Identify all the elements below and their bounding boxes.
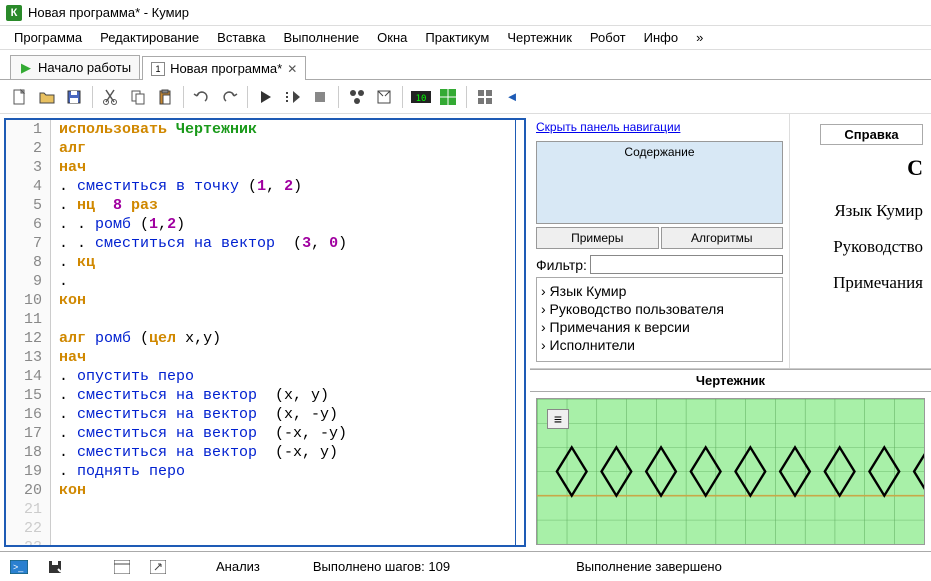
copy-button[interactable] [126, 85, 150, 109]
separator [402, 86, 403, 108]
help-link[interactable]: Язык Кумир [820, 201, 923, 221]
separator [183, 86, 184, 108]
canvas-menu-button[interactable]: ≡ [547, 409, 569, 429]
window-title: Новая программа* - Кумир [28, 5, 189, 20]
tab-label: Новая программа* [170, 61, 282, 76]
analyze-label: Анализ [216, 559, 260, 574]
tree-item[interactable]: › Примечания к версии [541, 318, 778, 336]
menu-item-практикум[interactable]: Практикум [417, 28, 497, 47]
filter-input[interactable] [590, 255, 783, 274]
drawer-panel: Чертежник [530, 369, 931, 551]
run-button[interactable] [254, 85, 278, 109]
grid-button[interactable] [473, 85, 497, 109]
toolbar: 10 ◄ [0, 80, 931, 114]
menu-item-программа[interactable]: Программа [6, 28, 90, 47]
algorithms-button[interactable]: Алгоритмы [661, 227, 784, 249]
redo-button[interactable] [217, 85, 241, 109]
actors-button[interactable] [345, 85, 369, 109]
svg-text:>_: >_ [13, 562, 24, 572]
expand-button[interactable] [149, 558, 167, 576]
menu-item-вставка[interactable]: Вставка [209, 28, 273, 47]
line-gutter: 1234567891011121314151617181920212223 [6, 120, 51, 545]
drawer-canvas[interactable]: ≡ [536, 398, 925, 545]
menu-item-выполнение[interactable]: Выполнение [275, 28, 367, 47]
drawer-button[interactable] [436, 85, 460, 109]
save-status-button[interactable] [46, 558, 64, 576]
undo-button[interactable] [190, 85, 214, 109]
tab-program[interactable]: 1 Новая программа* ✕ [142, 56, 306, 80]
menu-item-чертежник[interactable]: Чертежник [499, 28, 580, 47]
titlebar: К Новая программа* - Кумир [0, 0, 931, 26]
counter-button[interactable]: 10 [409, 85, 433, 109]
new-file-button[interactable] [8, 85, 32, 109]
svg-text:10: 10 [416, 94, 427, 104]
play-icon: ▶ [19, 61, 33, 75]
statusbar: >_ Анализ Выполнено шагов: 109 Выполнени… [0, 551, 931, 581]
open-file-button[interactable] [35, 85, 59, 109]
separator [92, 86, 93, 108]
cut-button[interactable] [99, 85, 123, 109]
collapse-button[interactable]: ◄ [500, 85, 524, 109]
window-button[interactable] [113, 558, 131, 576]
menu-item-робот[interactable]: Робот [582, 28, 634, 47]
help-link[interactable]: Примечания [820, 273, 923, 293]
menu-item-окна[interactable]: Окна [369, 28, 415, 47]
menu-item-»[interactable]: » [688, 28, 711, 47]
contents-button[interactable]: Содержание [536, 141, 783, 224]
console-button[interactable]: >_ [10, 558, 28, 576]
tabbar: ▶ Начало работы 1 Новая программа* ✕ [0, 50, 931, 80]
tasks-button[interactable] [372, 85, 396, 109]
doc-icon: 1 [151, 62, 165, 76]
tree-item[interactable]: › Язык Кумир [541, 282, 778, 300]
nav-panel: Скрыть панель навигации Содержание Приме… [530, 114, 790, 368]
code-area[interactable]: использовать Чертежникалгнач. сместиться… [51, 120, 524, 545]
separator [466, 86, 467, 108]
menu-item-редактирование[interactable]: Редактирование [92, 28, 207, 47]
app-icon: К [6, 5, 22, 21]
help-view: Справка С Язык Кумир Руководство Примеча… [790, 114, 931, 368]
tab-label: Начало работы [38, 60, 131, 75]
help-link[interactable]: Руководство [820, 237, 923, 257]
help-heading: С [820, 155, 923, 181]
hide-nav-link[interactable]: Скрыть панель навигации [536, 120, 783, 134]
code-editor[interactable]: 1234567891011121314151617181920212223 ис… [4, 118, 526, 547]
tab-start[interactable]: ▶ Начало работы [10, 55, 140, 79]
done-label: Выполнение завершено [576, 559, 722, 574]
steps-label: Выполнено шагов: 109 [313, 559, 450, 574]
step-button[interactable] [281, 85, 305, 109]
examples-button[interactable]: Примеры [536, 227, 659, 249]
close-icon[interactable]: ✕ [287, 62, 297, 76]
tree-item[interactable]: › Руководство пользователя [541, 300, 778, 318]
tree-item[interactable]: › Исполнители [541, 336, 778, 354]
separator [338, 86, 339, 108]
save-button[interactable] [62, 85, 86, 109]
filter-label: Фильтр: [536, 257, 587, 273]
stop-button[interactable] [308, 85, 332, 109]
drawer-title: Чертежник [530, 370, 931, 392]
menu-item-инфо[interactable]: Инфо [636, 28, 686, 47]
paste-button[interactable] [153, 85, 177, 109]
help-tree[interactable]: › Язык Кумир› Руководство пользователя› … [536, 277, 783, 362]
menubar: ПрограммаРедактированиеВставкаВыполнение… [0, 26, 931, 50]
separator [247, 86, 248, 108]
help-panel-title: Справка [820, 124, 923, 145]
